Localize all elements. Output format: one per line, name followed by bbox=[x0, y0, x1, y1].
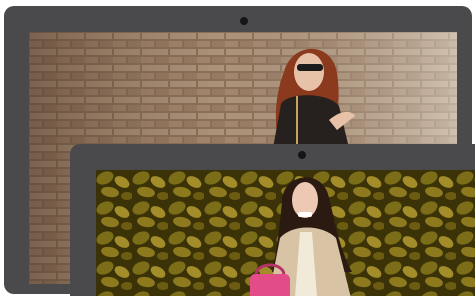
device-showcase bbox=[0, 0, 475, 296]
front-device-camera-icon bbox=[298, 151, 306, 159]
front-device-screen bbox=[96, 170, 475, 296]
woman-with-handbag-photo bbox=[96, 170, 475, 296]
front-device-frame bbox=[70, 144, 475, 296]
back-device-camera-icon bbox=[240, 17, 248, 25]
